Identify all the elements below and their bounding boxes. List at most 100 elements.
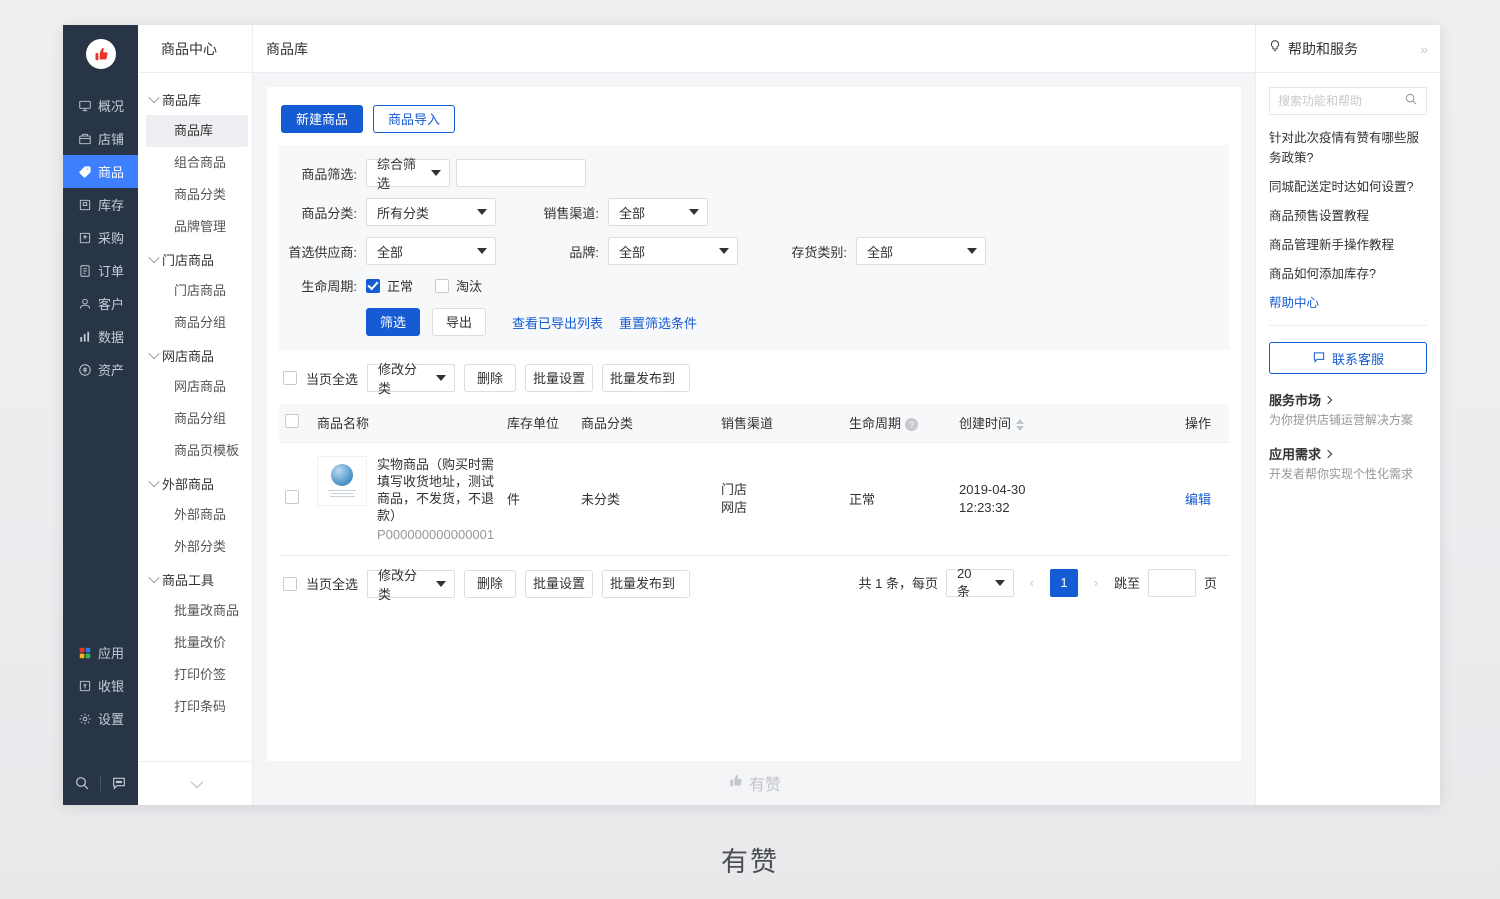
- menu-group-external-products[interactable]: 外部商品: [138, 467, 252, 499]
- import-product-button[interactable]: 商品导入: [373, 105, 456, 133]
- row-channel-item: 网店: [721, 499, 748, 515]
- sidebar-item-overview[interactable]: 概况: [63, 89, 138, 122]
- chat-icon[interactable]: [101, 769, 137, 797]
- help-search-input[interactable]: [1278, 94, 1400, 108]
- sort-icon[interactable]: [1016, 418, 1025, 431]
- page-number-button[interactable]: 1: [1049, 568, 1078, 597]
- menu-group-product-library[interactable]: 商品库: [138, 83, 252, 115]
- select-all-checkbox-header[interactable]: [285, 414, 299, 429]
- search-icon[interactable]: [1404, 92, 1418, 111]
- row-checkbox[interactable]: [285, 490, 299, 504]
- apply-filter-button[interactable]: 筛选: [366, 308, 420, 336]
- menu-item-batch-edit-products[interactable]: 批量改商品: [146, 595, 248, 627]
- logo[interactable]: [63, 25, 138, 83]
- menu-item-product-page-template[interactable]: 商品页模板: [146, 435, 248, 467]
- sidebar-item-settings[interactable]: 设置: [63, 702, 138, 735]
- sidebar-item-data[interactable]: 数据: [63, 320, 138, 353]
- next-page-button[interactable]: ›: [1086, 569, 1106, 597]
- menu-item-external-products[interactable]: 外部商品: [146, 499, 248, 531]
- sidebar-item-apps[interactable]: 应用: [63, 636, 138, 669]
- create-product-button[interactable]: 新建商品: [281, 105, 364, 133]
- reset-filters-link[interactable]: 重置筛选条件: [619, 313, 697, 332]
- help-link[interactable]: 商品管理新手操作教程: [1269, 235, 1427, 255]
- help-link[interactable]: 针对此次疫情有赞有哪些服务政策?: [1269, 128, 1427, 168]
- pagination-total: 共 1 条，每页: [858, 576, 938, 591]
- view-exported-list-link[interactable]: 查看已导出列表: [512, 313, 603, 332]
- select-all-checkbox-top[interactable]: [283, 371, 297, 385]
- edit-link[interactable]: 编辑: [1185, 492, 1211, 507]
- asset-icon: [77, 362, 92, 377]
- menu-item-combo-product[interactable]: 组合商品: [146, 147, 248, 179]
- jump-page-input[interactable]: [1147, 568, 1196, 597]
- secondary-menu-list: 商品库 商品库 组合商品 商品分类 品牌管理 门店商品 门店商品 商品分组 网店…: [138, 73, 252, 761]
- contact-support-button[interactable]: 联系客服: [1269, 342, 1427, 374]
- category-select[interactable]: 所有分类: [366, 198, 496, 226]
- sidebar-collapse-button[interactable]: [138, 761, 252, 805]
- menu-item-product-category[interactable]: 商品分类: [146, 179, 248, 211]
- menu-item-brand-management[interactable]: 品牌管理: [146, 211, 248, 243]
- select-all-checkbox-bottom[interactable]: [283, 576, 297, 591]
- thumbs-up-icon: [727, 773, 743, 794]
- menu-item-store-groups[interactable]: 商品分组: [146, 307, 248, 339]
- sidebar-item-customers[interactable]: 客户: [63, 287, 138, 320]
- product-name[interactable]: 实物商品（购买时需填写收货地址，测试商品，不发货，不退款）: [377, 456, 495, 524]
- batch-publish-button-bottom[interactable]: 批量发布到: [602, 569, 691, 598]
- page-size-select[interactable]: 20 条: [945, 566, 1014, 599]
- app-demand-link[interactable]: 应用需求: [1269, 444, 1427, 463]
- sidebar-item-orders[interactable]: 订单: [63, 254, 138, 287]
- brand-select[interactable]: 全部: [608, 237, 738, 265]
- menu-group-online-products[interactable]: 网店商品: [138, 339, 252, 371]
- lifecycle-normal-option[interactable]: 正常: [366, 276, 413, 295]
- batch-setting-button-bottom[interactable]: 批量设置: [525, 569, 594, 598]
- delete-button-bottom[interactable]: 删除: [464, 569, 517, 598]
- menu-item-batch-edit-price[interactable]: 批量改价: [146, 627, 248, 659]
- sidebar-item-label: 资产: [98, 363, 125, 378]
- batch-toolbar-top: 当页全选 修改分类 删除 批量设置 批量发布到: [279, 350, 1229, 404]
- help-link[interactable]: 商品预售设置教程: [1269, 206, 1427, 226]
- help-link[interactable]: 商品如何添加库存?: [1269, 264, 1427, 284]
- export-button[interactable]: 导出: [432, 308, 486, 336]
- service-market-link[interactable]: 服务市场: [1269, 390, 1427, 409]
- sidebar-item-cashier[interactable]: 收银: [63, 669, 138, 702]
- sidebar-item-products[interactable]: 商品: [63, 155, 138, 188]
- help-link[interactable]: 同城配送定时达如何设置?: [1269, 177, 1427, 197]
- sidebar-item-inventory[interactable]: 库存: [63, 188, 138, 221]
- sidebar-item-shop[interactable]: 店铺: [63, 122, 138, 155]
- caret-down-icon: [436, 580, 447, 587]
- menu-item-external-category[interactable]: 外部分类: [146, 531, 248, 563]
- stock-type-select[interactable]: 全部: [856, 237, 986, 265]
- menu-group-product-tools[interactable]: 商品工具: [138, 563, 252, 595]
- search-icon[interactable]: [64, 769, 100, 797]
- change-category-select-bottom[interactable]: 修改分类: [367, 568, 456, 602]
- change-category-select-top[interactable]: 修改分类: [367, 362, 456, 396]
- double-chevron-right-icon[interactable]: »: [1420, 41, 1428, 57]
- app-footer: 有赞: [253, 761, 1255, 805]
- keyword-input[interactable]: [456, 159, 586, 187]
- delete-button-top[interactable]: 删除: [464, 364, 517, 392]
- menu-group-store-products[interactable]: 门店商品: [138, 243, 252, 275]
- product-filter-select[interactable]: 综合筛选: [366, 157, 450, 191]
- menu-item-store-products[interactable]: 门店商品: [146, 275, 248, 307]
- contact-support-label: 联系客服: [1331, 351, 1384, 367]
- prev-page-button[interactable]: ‹: [1022, 569, 1042, 597]
- lifecycle-normal-checkbox[interactable]: [366, 278, 380, 293]
- lifecycle-obsolete-checkbox[interactable]: [435, 278, 450, 293]
- help-center-link[interactable]: 帮助中心: [1269, 293, 1427, 313]
- app-demand-subtitle: 开发者帮你实现个性化需求: [1269, 467, 1414, 481]
- batch-setting-button-top[interactable]: 批量设置: [525, 364, 594, 392]
- lifecycle-obsolete-option[interactable]: 淘汰: [435, 276, 482, 295]
- sidebar-item-purchase[interactable]: 采购: [63, 221, 138, 254]
- header-created-time[interactable]: 创建时间: [953, 404, 1171, 443]
- help-search-box[interactable]: [1269, 87, 1427, 115]
- menu-item-print-barcode[interactable]: 打印条码: [146, 691, 248, 723]
- menu-item-online-groups[interactable]: 商品分组: [146, 403, 248, 435]
- menu-item-online-products[interactable]: 网店商品: [146, 371, 248, 403]
- menu-item-product-library[interactable]: 商品库: [146, 115, 248, 147]
- sidebar-item-assets[interactable]: 资产: [63, 353, 138, 386]
- question-mark-icon[interactable]: ?: [905, 418, 919, 432]
- channel-select[interactable]: 全部: [608, 198, 708, 226]
- menu-item-print-price-tag[interactable]: 打印价签: [146, 659, 248, 691]
- batch-publish-button-top[interactable]: 批量发布到: [602, 364, 691, 392]
- supplier-select[interactable]: 全部: [366, 237, 496, 265]
